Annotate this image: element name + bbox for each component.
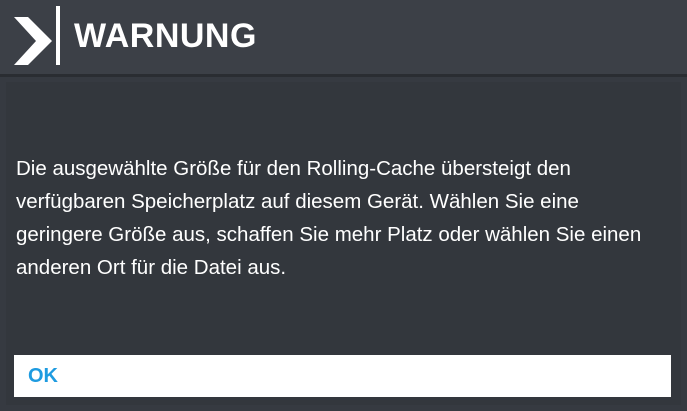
dialog-title: WARNUNG	[74, 17, 257, 55]
chevron-right-icon	[14, 17, 52, 65]
warning-dialog: WARNUNG Die ausgewählte Größe für den Ro…	[0, 0, 687, 411]
dialog-header: WARNUNG	[0, 0, 687, 74]
dialog-message: Die ausgewählte Größe für den Rolling-Ca…	[16, 157, 642, 279]
title-divider	[56, 6, 60, 65]
ok-button[interactable]: OK	[14, 355, 671, 397]
header-divider	[0, 74, 687, 77]
